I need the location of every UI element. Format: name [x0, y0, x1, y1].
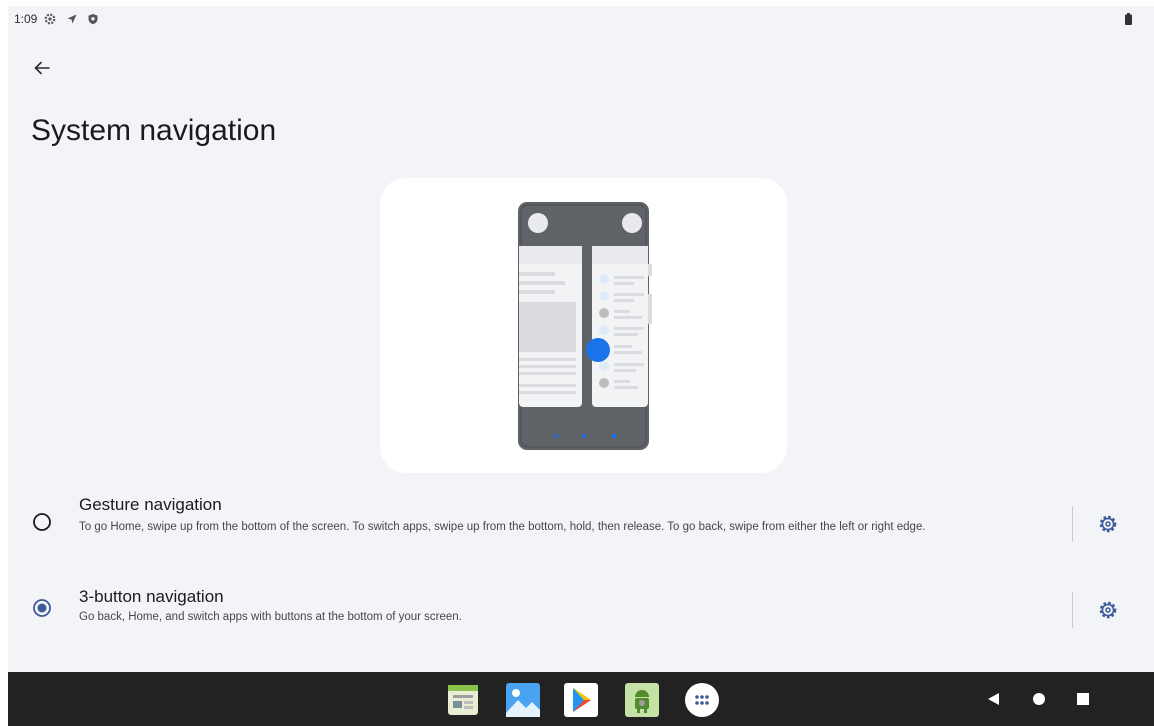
- back-triangle-icon[interactable]: [984, 689, 1004, 709]
- illustration-card: [380, 178, 787, 473]
- option-title: Gesture navigation: [79, 495, 222, 514]
- three-button-navigation-option[interactable]: 3-button navigation Go back, Home, and s…: [8, 584, 1154, 644]
- android-app-icon[interactable]: [625, 683, 659, 717]
- divider: [1072, 592, 1073, 628]
- gear-icon: [1099, 515, 1117, 533]
- battery-icon: [1125, 13, 1132, 25]
- option-summary: Go back, Home, and switch apps with butt…: [79, 611, 462, 623]
- gear-icon: [1099, 601, 1117, 619]
- radio-unselected[interactable]: [32, 512, 52, 532]
- settings-screen: 1:09 System navigation Gesture navigatio…: [8, 6, 1154, 726]
- shield-icon: [88, 14, 98, 25]
- home-circle-icon[interactable]: [1029, 689, 1049, 709]
- option-title: 3-button navigation: [79, 587, 224, 606]
- settings-gear-icon: [44, 13, 56, 25]
- back-button[interactable]: [26, 52, 58, 84]
- files-app-icon[interactable]: [446, 683, 480, 717]
- page-title: System navigation: [31, 114, 277, 147]
- status-bar: 1:09: [8, 6, 1154, 34]
- gesture-navigation-illustration: [518, 202, 652, 450]
- taskbar: [8, 672, 1154, 726]
- arrow-back-icon: [34, 61, 50, 75]
- play-store-icon[interactable]: [564, 683, 598, 717]
- option-summary: To go Home, swipe up from the bottom of …: [79, 521, 926, 533]
- radio-selected[interactable]: [32, 598, 52, 618]
- divider: [1072, 506, 1073, 542]
- status-time: 1:09: [14, 12, 38, 26]
- recents-square-icon[interactable]: [1073, 689, 1093, 709]
- gesture-navigation-option[interactable]: Gesture navigation To go Home, swipe up …: [8, 490, 1154, 566]
- location-arrow-icon: [67, 14, 77, 24]
- three-button-settings-button[interactable]: [1094, 596, 1122, 624]
- all-apps-icon[interactable]: [685, 683, 719, 717]
- gesture-settings-button[interactable]: [1094, 510, 1122, 538]
- gallery-app-icon[interactable]: [506, 683, 540, 717]
